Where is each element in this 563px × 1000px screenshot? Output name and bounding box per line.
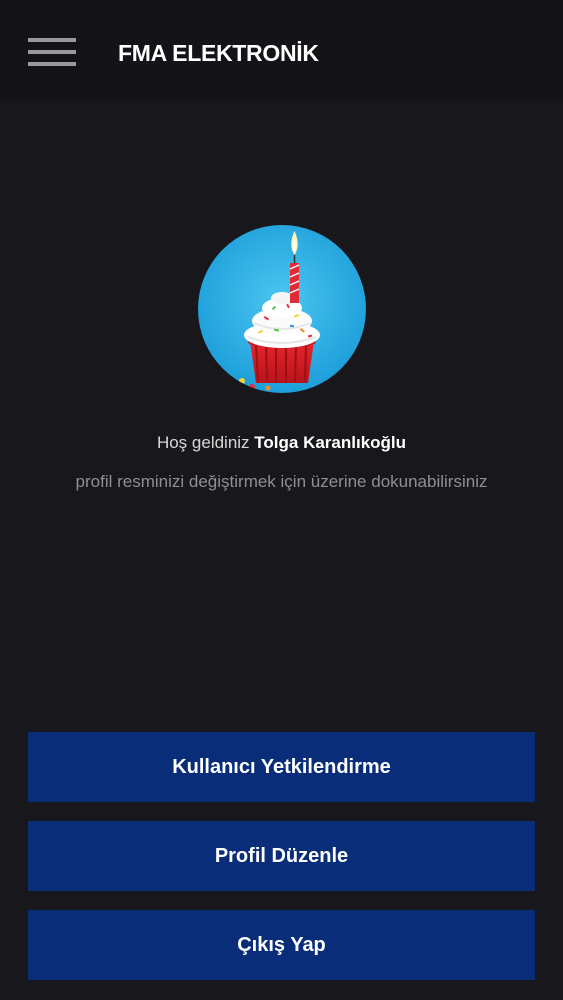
cupcake-image (198, 225, 366, 393)
app-bar: FMA ELEKTRONİK (0, 0, 563, 100)
user-authorization-button[interactable]: Kullanıcı Yetkilendirme (28, 732, 535, 802)
edit-profile-button[interactable]: Profil Düzenle (28, 821, 535, 891)
hamburger-menu-icon[interactable] (28, 38, 76, 68)
welcome-message: Hoş geldiniz Tolga Karanlıkoğlu (0, 431, 563, 455)
menu-line (28, 50, 76, 54)
profile-avatar[interactable] (198, 225, 366, 393)
user-name: Tolga Karanlıkoğlu (254, 433, 407, 452)
logout-button[interactable]: Çıkış Yap (28, 910, 535, 980)
menu-line (28, 38, 76, 42)
menu-line (28, 62, 76, 66)
app-title: FMA ELEKTRONİK (118, 40, 319, 66)
welcome-prefix: Hoş geldiniz (156, 433, 255, 452)
avatar-change-hint: profil resminizi değiştirmek için üzerin… (75, 472, 488, 491)
